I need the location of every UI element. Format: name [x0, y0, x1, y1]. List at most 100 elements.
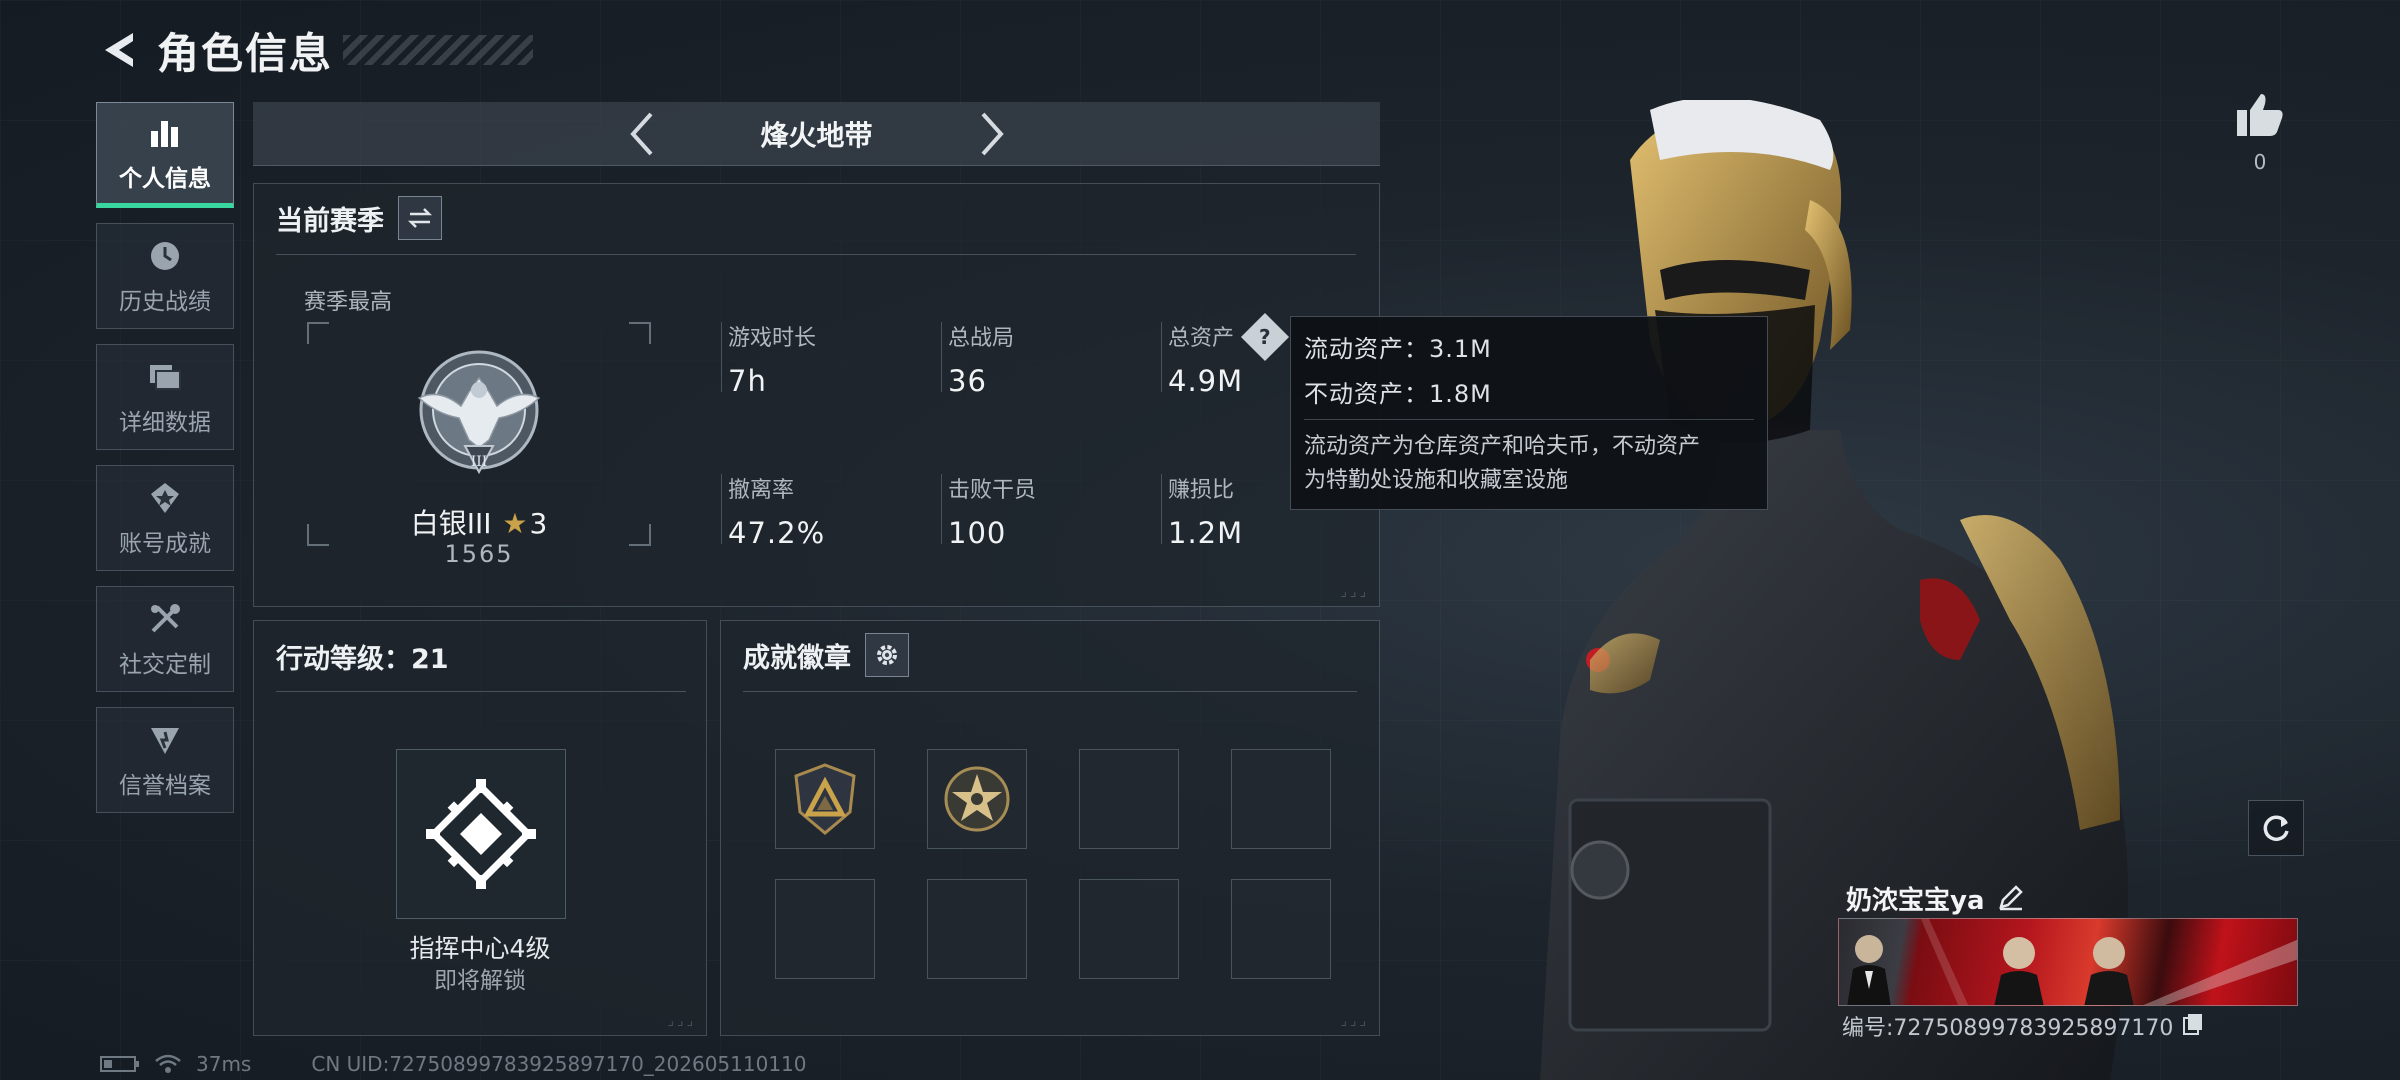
mode-title: 烽火地带	[760, 118, 873, 152]
folders-icon	[145, 357, 185, 397]
command-center-icon	[426, 779, 536, 889]
badge-slot-4[interactable]	[1231, 749, 1331, 849]
copy-id-button[interactable]	[2181, 1011, 2205, 1041]
star-icon: ★	[502, 507, 528, 540]
stat-separator	[941, 474, 942, 544]
action-level-title: 行动等级：21	[276, 644, 449, 675]
tools-icon	[145, 599, 185, 639]
nav-item-detailed-data[interactable]: 详细数据	[96, 344, 234, 450]
badge-slot-7[interactable]	[1079, 879, 1179, 979]
next-unlock-card[interactable]	[396, 749, 566, 919]
achievements-title: 成就徽章	[743, 642, 851, 674]
achievements-settings-button[interactable]	[865, 633, 909, 677]
badge-slot-2[interactable]	[927, 749, 1027, 849]
badge-slot-6[interactable]	[927, 879, 1027, 979]
stat-separator	[941, 322, 942, 392]
history-clock-icon	[145, 236, 185, 276]
action-level-panel: 行动等级：21 指挥中心4级 即将解锁 ⌟⌟⌟	[253, 620, 707, 1036]
rank-text-wrap: 白银III ★3 1565	[307, 322, 651, 622]
unlock-name: 指挥中心4级	[409, 934, 551, 963]
stat-label: 击败干员	[948, 478, 1037, 503]
achievement-icon	[145, 478, 185, 518]
player-name-row: 奶浓宝宝ya	[1846, 880, 2025, 917]
stat-label: 赚损比	[1168, 478, 1235, 503]
status-bar: 37ms CN UID:72750899783925897170_2026051…	[100, 1052, 821, 1076]
back-arrow-icon	[105, 33, 133, 67]
stat-separator	[1161, 474, 1162, 544]
like-button[interactable]: 0	[2230, 92, 2290, 174]
rank-name-line: 白银III ★3	[307, 502, 651, 542]
back-button[interactable]	[95, 26, 143, 74]
chevron-left-icon	[629, 112, 652, 155]
stat-value: 4.9M	[1168, 364, 1244, 398]
mode-selector: 烽火地带	[253, 102, 1380, 166]
page-header: 角色信息	[95, 18, 534, 82]
badge-slot-8[interactable]	[1231, 879, 1331, 979]
nav-label: 账号成就	[119, 531, 211, 557]
badge-slot-1[interactable]	[775, 749, 875, 849]
panel-corner-marks: ⌟⌟⌟	[1340, 1013, 1369, 1029]
season-best-label: 赛季最高	[304, 290, 393, 315]
refresh-icon	[2263, 815, 2289, 841]
like-count: 0	[2253, 150, 2267, 174]
question-mark-icon: ?	[1259, 324, 1271, 349]
player-id-row: 编号:72750899783925897170	[1842, 1010, 2205, 1042]
rank-stars: 3	[529, 507, 548, 540]
nav-label: 详细数据	[119, 410, 211, 436]
player-nickname: 奶浓宝宝ya	[1846, 886, 1985, 916]
stat-value: 7h	[728, 364, 767, 398]
stat-operators-defeated: 击败干员 100	[948, 472, 1036, 550]
swap-icon	[407, 208, 433, 228]
mode-next-button[interactable]	[967, 106, 1017, 162]
bar-chart-icon	[145, 113, 185, 153]
nav-label: 信誉档案	[119, 773, 211, 799]
season-divider	[276, 254, 1356, 255]
season-title: 当前赛季	[276, 205, 384, 237]
thumbs-up-icon	[2237, 94, 2283, 136]
tooltip-liquid-assets: 流动资产：3.1M	[1304, 335, 1492, 363]
tooltip-description: 流动资产为仓库资产和哈夫币，不动资产 为特勤处设施和收藏室设施	[1304, 430, 1754, 498]
panel-corner-marks: ⌟⌟⌟	[1340, 584, 1369, 600]
panel-corner-marks: ⌟⌟⌟	[667, 1013, 696, 1029]
player-banner-card[interactable]	[1838, 918, 2298, 1006]
title-decoration	[343, 35, 534, 65]
copy-icon	[2183, 1014, 2203, 1035]
stat-value: 47.2%	[728, 516, 826, 550]
ping-value: 37ms	[196, 1052, 252, 1076]
wifi-icon	[154, 1053, 182, 1075]
nav-item-personal-info[interactable]: 个人信息	[96, 102, 234, 208]
rank-score: 1565	[444, 540, 514, 568]
badge-slot-3[interactable]	[1079, 749, 1179, 849]
stat-separator	[1161, 322, 1162, 392]
assets-help-button[interactable]: ?	[1240, 312, 1290, 362]
nav-label: 社交定制	[119, 652, 211, 678]
stat-profit-loss-ratio: 赚损比 1.2M	[1168, 472, 1243, 550]
stat-label: 撤离率	[728, 478, 795, 503]
tooltip-fixed-assets: 不动资产：1.8M	[1304, 380, 1492, 408]
account-uid: CN UID:72750899783925897170_202605110110	[311, 1052, 807, 1076]
season-panel: 当前赛季 赛季最高 III 白银III ★3 1565 游戏时长 7h 总战局 …	[253, 183, 1380, 607]
mode-prev-button[interactable]	[617, 106, 667, 162]
badge-slot-5[interactable]	[775, 879, 875, 979]
stat-total-assets: 总资产 4.9M	[1168, 320, 1243, 398]
nav-item-social-custom[interactable]: 社交定制	[96, 586, 234, 692]
page-title: 角色信息	[157, 28, 334, 78]
edit-name-button[interactable]	[1997, 883, 2025, 915]
rotate-model-button[interactable]	[2248, 800, 2304, 856]
nav-item-history[interactable]: 历史战绩	[96, 223, 234, 329]
stat-separator	[721, 322, 722, 392]
achievements-divider	[743, 691, 1357, 692]
assets-tooltip: 流动资产：3.1M 不动资产：1.8M 流动资产为仓库资产和哈夫币，不动资产 为…	[1290, 316, 1768, 510]
banner-figures-image	[1847, 919, 2297, 1005]
stat-label: 总资产	[1168, 326, 1235, 351]
season-switch-button[interactable]	[398, 196, 442, 240]
stat-value: 36	[948, 364, 987, 398]
nav-item-achievements[interactable]: 账号成就	[96, 465, 234, 571]
unlock-state: 即将解锁	[434, 968, 526, 994]
triangle-shield-badge-icon	[794, 763, 856, 835]
nav-item-reputation[interactable]: 信誉档案	[96, 707, 234, 813]
nav-label: 历史战绩	[119, 289, 211, 315]
pencil-icon	[1998, 884, 2023, 910]
action-level-divider	[276, 691, 686, 692]
stat-value: 1.2M	[1168, 516, 1244, 550]
